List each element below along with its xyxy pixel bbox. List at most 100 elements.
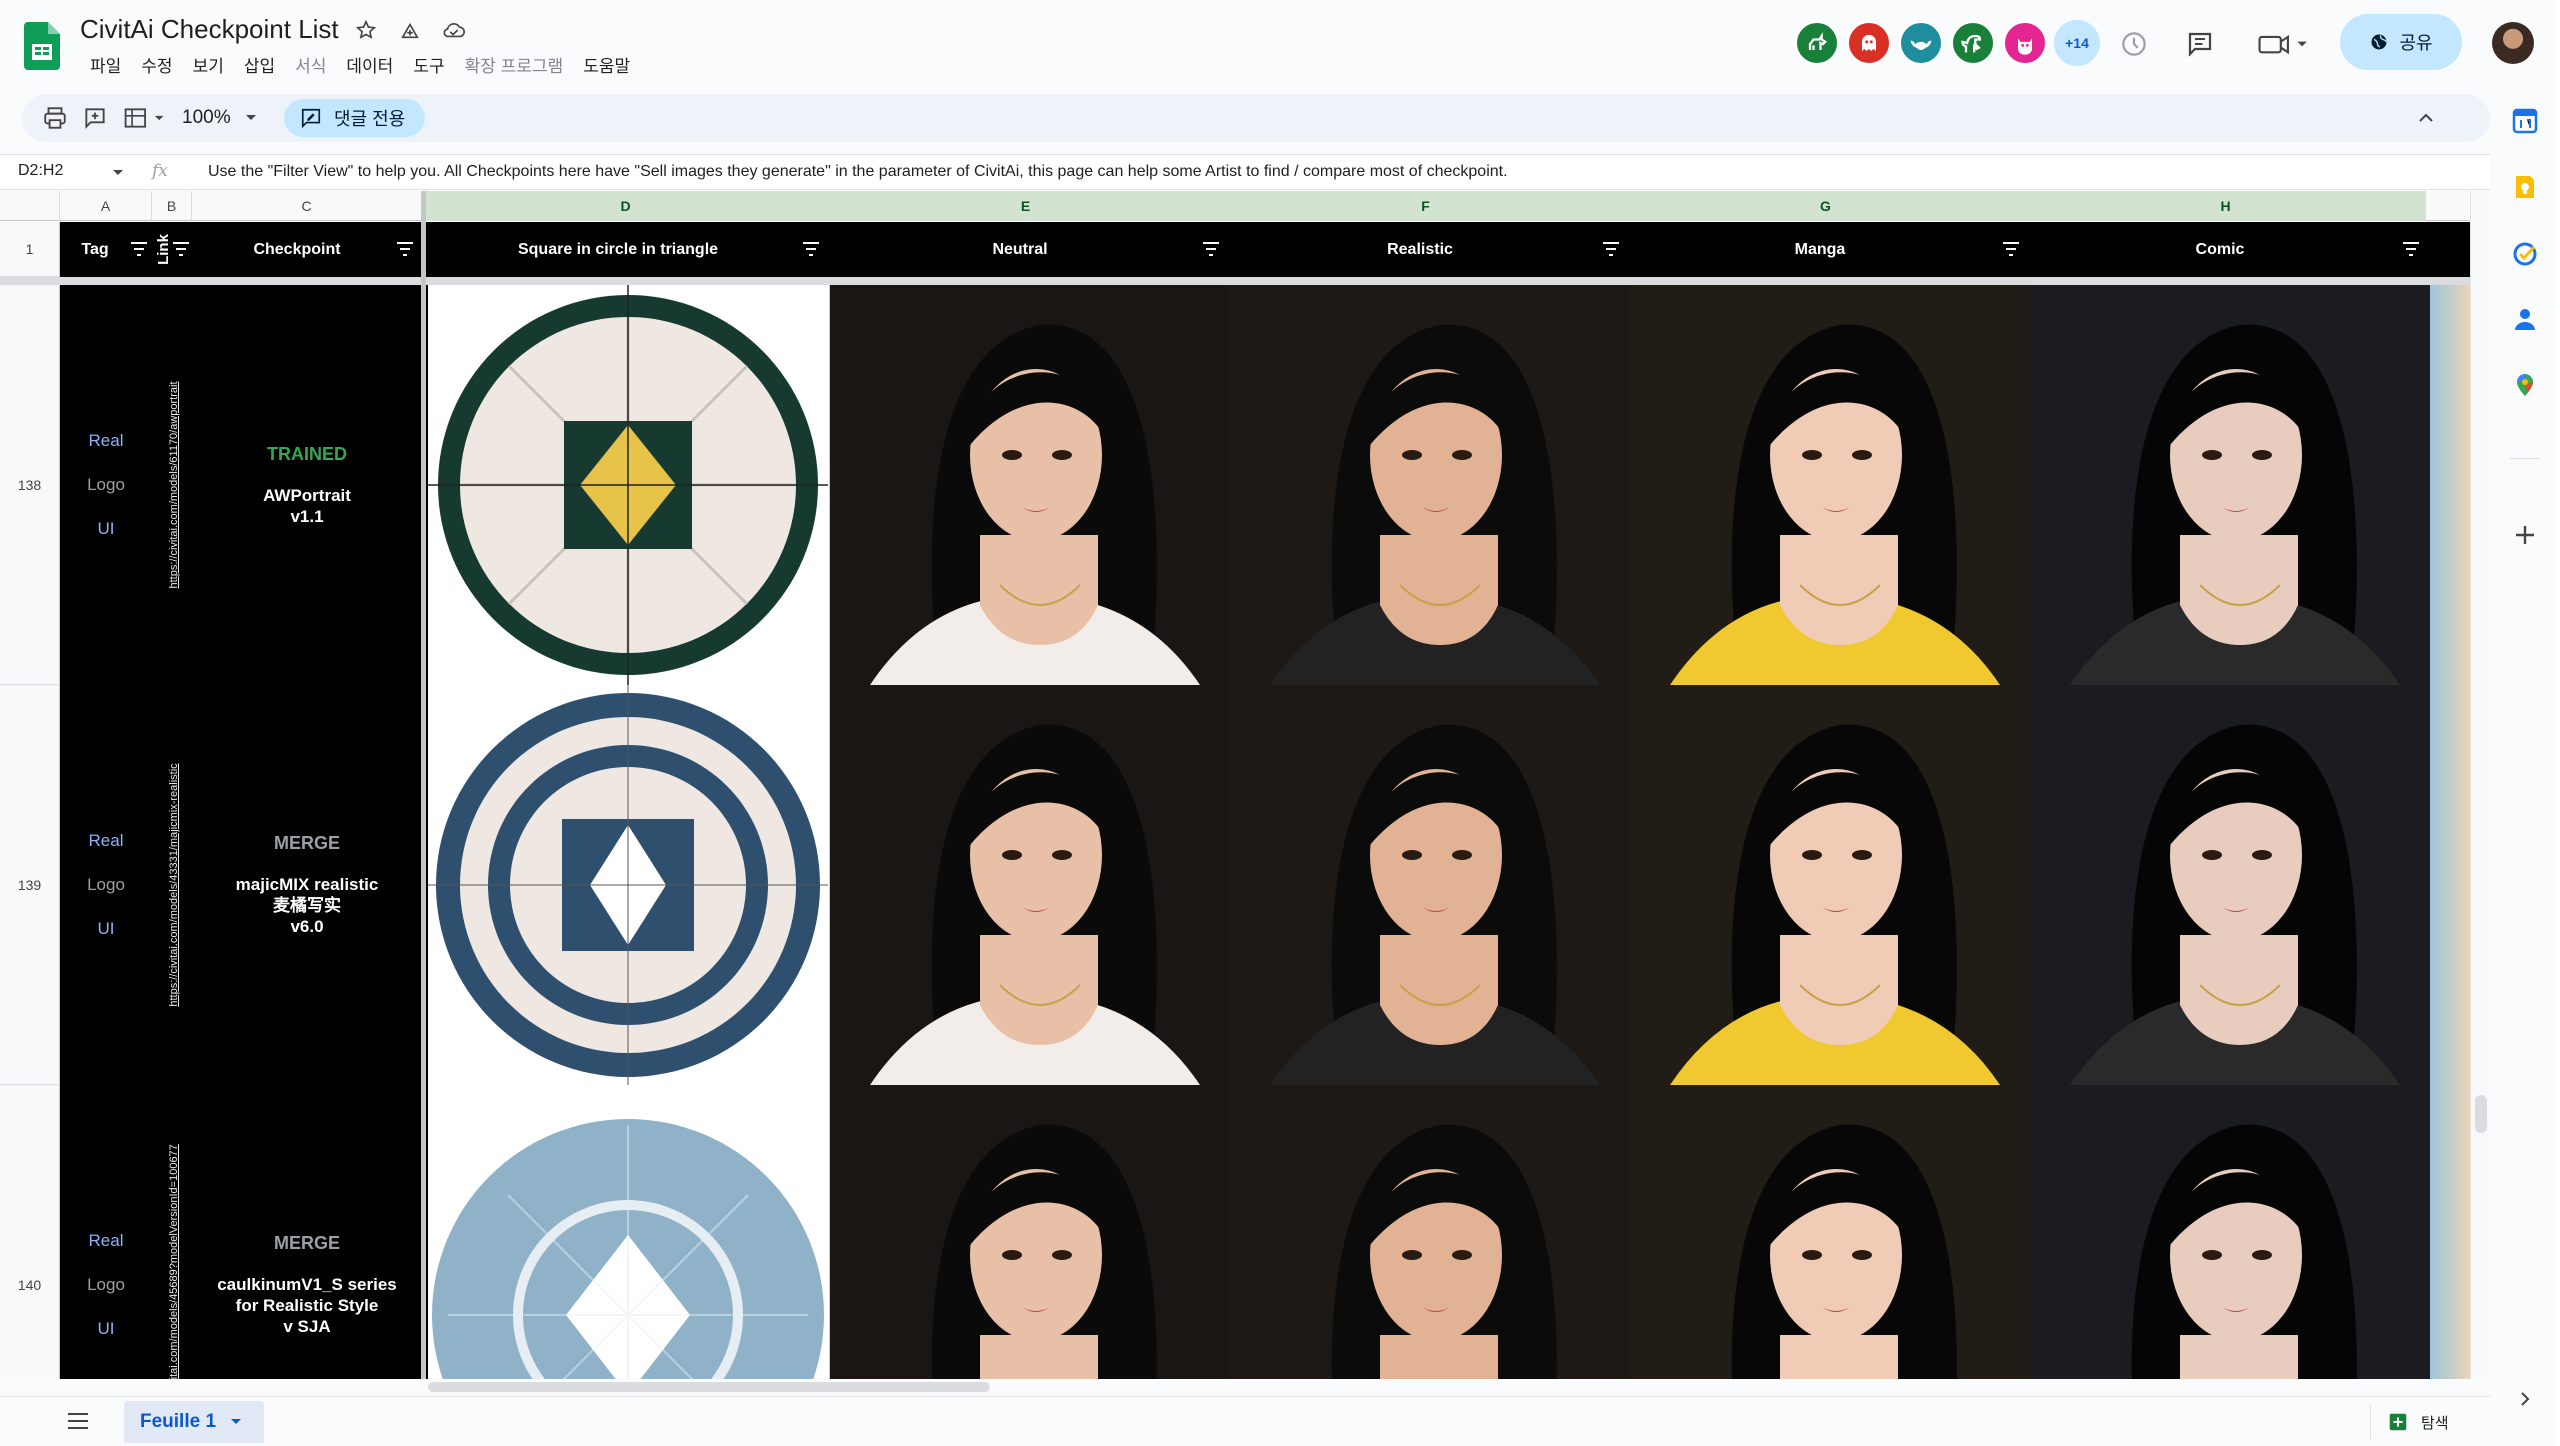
column-header-c[interactable]: C: [192, 191, 422, 221]
user-avatar[interactable]: [2492, 22, 2534, 64]
row-header[interactable]: 1: [0, 222, 60, 277]
frozen-rows-divider[interactable]: [0, 277, 2470, 285]
comment-only-mode-button[interactable]: 댓글 전용: [284, 99, 426, 137]
collaborator-avatar[interactable]: [1794, 20, 1840, 66]
filter-icon[interactable]: [802, 242, 820, 256]
portrait-cell-manga[interactable]: [1630, 285, 2030, 685]
portrait-cell-realistic[interactable]: [1230, 685, 1630, 1085]
contacts-icon[interactable]: [2512, 306, 2538, 332]
collapse-menus-icon[interactable]: [2416, 104, 2436, 132]
cloud-status-icon[interactable]: [442, 18, 466, 42]
checkpoint-link[interactable]: https://civitai.com/models/45689?modelVe…: [168, 1144, 180, 1379]
zoom-select[interactable]: 100%: [182, 104, 257, 132]
checkpoint-link[interactable]: https://civitai.com/models/43331/majicmi…: [168, 763, 180, 1006]
header-neutral[interactable]: Neutral: [830, 222, 1210, 277]
menu-item[interactable]: 보기: [183, 50, 234, 79]
menu-item[interactable]: 파일: [80, 50, 131, 79]
move-to-folder-icon[interactable]: [398, 18, 422, 42]
menu-item[interactable]: 서식: [285, 50, 336, 79]
portrait-cell-comic[interactable]: [2030, 1085, 2430, 1379]
menu-item[interactable]: 도움말: [573, 50, 640, 79]
next-column-cell[interactable]: [2430, 685, 2470, 1085]
header-manga[interactable]: Manga: [1630, 222, 2010, 277]
filter-icon[interactable]: [2402, 242, 2420, 256]
maps-icon[interactable]: [2512, 372, 2538, 398]
add-icon[interactable]: [2512, 522, 2538, 548]
column-header-a[interactable]: A: [60, 191, 152, 221]
menu-item[interactable]: 수정: [131, 50, 182, 79]
tasks-icon[interactable]: [2512, 240, 2538, 266]
portrait-cell-realistic[interactable]: [1230, 285, 1630, 685]
header-tag[interactable]: Tag: [60, 222, 130, 277]
portrait-cell-neutral[interactable]: [830, 1085, 1230, 1379]
spreadsheet-grid[interactable]: A B C D E F G H 1 Tag Link Checkpoint Sq…: [0, 191, 2470, 1379]
filter-icon[interactable]: [1202, 242, 1220, 256]
version-history-icon[interactable]: [2116, 26, 2152, 62]
symbol-cell[interactable]: [428, 285, 830, 685]
menu-item[interactable]: 도구: [403, 50, 454, 79]
column-header-g[interactable]: G: [1626, 191, 2026, 221]
frozen-columns-divider[interactable]: [421, 191, 426, 1379]
link-cell[interactable]: https://civitai.com/models/45689?modelVe…: [152, 1085, 192, 1379]
all-sheets-menu-icon[interactable]: [66, 1411, 90, 1431]
star-icon[interactable]: [354, 18, 378, 42]
chevron-down-icon[interactable]: [230, 1417, 242, 1427]
column-header-f[interactable]: F: [1226, 191, 1626, 221]
link-cell[interactable]: https://civitai.com/models/43331/majicmi…: [152, 685, 192, 1085]
chevron-right-icon[interactable]: [2516, 1390, 2534, 1408]
comments-icon[interactable]: [2182, 26, 2218, 62]
portrait-cell-comic[interactable]: [2030, 285, 2430, 685]
row-header[interactable]: 139: [0, 685, 60, 1085]
filter-icon[interactable]: [1602, 242, 1620, 256]
select-all-corner[interactable]: [0, 191, 60, 221]
share-button[interactable]: 공유: [2340, 14, 2462, 70]
header-comic[interactable]: Comic: [2030, 222, 2410, 277]
keep-icon[interactable]: [2512, 174, 2538, 200]
header-link[interactable]: Link: [152, 222, 174, 277]
calendar-icon[interactable]: [2512, 108, 2538, 134]
symbol-cell[interactable]: [428, 685, 830, 1085]
portrait-cell-comic[interactable]: [2030, 685, 2430, 1085]
checkpoint-cell[interactable]: MERGE caulkinumV1_S series for Realistic …: [192, 1085, 422, 1379]
filter-icon[interactable]: [396, 242, 414, 256]
header-realistic[interactable]: Realistic: [1230, 222, 1610, 277]
row-header[interactable]: 138: [0, 285, 60, 685]
print-icon[interactable]: [42, 104, 68, 132]
tag-cell[interactable]: Real Logo UI: [60, 285, 152, 685]
portrait-cell-manga[interactable]: [1630, 685, 2030, 1085]
checkpoint-cell[interactable]: TRAINED AWPortrait v1.1: [192, 285, 422, 685]
row-header[interactable]: 140: [0, 1085, 60, 1379]
next-column-cell[interactable]: [2430, 1085, 2470, 1379]
portrait-cell-neutral[interactable]: [830, 685, 1230, 1085]
menu-item[interactable]: 확장 프로그램: [455, 50, 574, 79]
more-collaborators-badge[interactable]: +14: [2054, 20, 2100, 66]
menu-item[interactable]: 데이터: [336, 50, 403, 79]
collaborator-avatar[interactable]: [1898, 20, 1944, 66]
sheet-tab[interactable]: Feuille 1: [124, 1401, 265, 1443]
menu-item[interactable]: 삽입: [234, 50, 285, 79]
tag-cell[interactable]: Real Logo UI: [60, 685, 152, 1085]
column-header-d[interactable]: D: [426, 191, 826, 221]
tag-cell[interactable]: Real Logo UI: [60, 1085, 152, 1379]
header-square-in-circle[interactable]: Square in circle in triangle: [428, 222, 808, 277]
checkpoint-cell[interactable]: MERGE majicMIX realistic 麦橘写实 v6.0: [192, 685, 422, 1085]
column-header-e[interactable]: E: [826, 191, 1226, 221]
link-cell[interactable]: https://civitai.com/models/61170/awportr…: [152, 285, 192, 685]
collaborator-avatar[interactable]: [1846, 20, 1892, 66]
name-box[interactable]: D2:H2: [18, 162, 63, 180]
symbol-cell[interactable]: [428, 1085, 830, 1379]
portrait-cell-neutral[interactable]: [830, 285, 1230, 685]
document-title[interactable]: CivitAi Checkpoint List: [80, 14, 339, 45]
meet-button[interactable]: [2252, 26, 2312, 62]
formula-input[interactable]: Use the "Filter View" to help you. All C…: [208, 163, 1508, 181]
next-column-cell[interactable]: [2430, 285, 2470, 685]
column-header-h[interactable]: H: [2026, 191, 2426, 221]
header-checkpoint[interactable]: Checkpoint: [192, 222, 402, 277]
filter-icon[interactable]: [172, 242, 190, 256]
portrait-cell-realistic[interactable]: [1230, 1085, 1630, 1379]
filter-icon[interactable]: [2002, 242, 2020, 256]
explore-button[interactable]: 탐색: [2370, 1405, 2465, 1439]
filter-icon[interactable]: [130, 242, 148, 256]
vertical-scroll-thumb[interactable]: [2475, 1095, 2487, 1133]
collaborator-avatar[interactable]: [1950, 20, 1996, 66]
